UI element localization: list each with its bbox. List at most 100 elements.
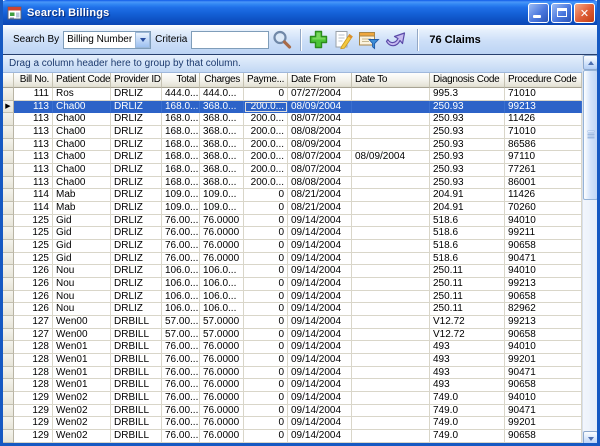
cell[interactable]: DRLIZ [111,240,162,253]
view-claim-button[interactable] [358,28,380,52]
cell[interactable]: 57.00... [162,329,200,342]
table-row[interactable]: 129Wen02DRBILL76.00...76.0000009/14/2004… [3,392,582,405]
table-row[interactable]: 114MabDRLIZ109.0...109.0...008/21/200420… [3,189,582,202]
cell[interactable]: 109.0... [200,189,244,202]
cell[interactable]: 493 [430,367,505,380]
cell[interactable]: Wen01 [53,341,111,354]
cell[interactable]: 128 [14,354,53,367]
minimize-button[interactable] [528,3,549,23]
cell[interactable]: 09/14/2004 [288,367,352,380]
cell[interactable] [352,101,430,114]
cell[interactable]: 113 [14,101,53,114]
close-button[interactable]: ✕ [574,3,595,23]
search-by-dropdown[interactable]: Billing Number [63,31,151,49]
cell[interactable]: 0 [244,253,288,266]
cell[interactable]: 493 [430,354,505,367]
cell[interactable]: DRLIZ [111,278,162,291]
cell[interactable]: 0 [244,88,288,101]
maximize-button[interactable] [551,3,572,23]
row-selector-cell[interactable] [3,329,14,342]
cell[interactable]: 09/14/2004 [288,329,352,342]
cell[interactable]: 99211 [505,227,582,240]
cell[interactable]: 200.0... [244,139,288,152]
cell[interactable]: 76.0000 [200,367,244,380]
cell[interactable]: 76.00... [162,341,200,354]
cell[interactable] [352,227,430,240]
cell[interactable]: 0 [244,202,288,215]
cell[interactable]: 995.3 [430,88,505,101]
table-row[interactable]: 113Cha00DRLIZ168.0...368.0...200.0...08/… [3,126,582,139]
cell[interactable]: 129 [14,392,53,405]
cell[interactable]: 0 [244,316,288,329]
row-selector-cell[interactable] [3,430,14,443]
cell[interactable]: 90471 [505,405,582,418]
cell[interactable]: 250.93 [430,139,505,152]
cell[interactable]: 09/14/2004 [288,430,352,443]
cell[interactable] [352,341,430,354]
title-bar[interactable]: Search Billings ✕ [0,0,600,25]
cell[interactable]: 368.0... [200,139,244,152]
cell[interactable]: 125 [14,215,53,228]
cell[interactable]: 09/14/2004 [288,291,352,304]
add-claim-button[interactable] [308,28,329,52]
row-selector-cell[interactable] [3,113,14,126]
cell[interactable]: 168.0... [162,177,200,190]
cell[interactable]: DRBILL [111,417,162,430]
cell[interactable]: 126 [14,291,53,304]
cell[interactable]: 0 [244,354,288,367]
cell[interactable]: 94010 [505,215,582,228]
cell[interactable]: DRBILL [111,392,162,405]
cell[interactable]: 0 [244,379,288,392]
table-row[interactable]: 126NouDRLIZ106.0...106.0...009/14/200425… [3,291,582,304]
cell[interactable]: 444.0... [162,88,200,101]
row-selector-cell[interactable] [3,379,14,392]
cell[interactable]: 126 [14,265,53,278]
cell[interactable]: 0 [244,341,288,354]
cell[interactable]: 0 [244,367,288,380]
cell[interactable]: 106.0... [162,303,200,316]
table-row[interactable]: 126NouDRLIZ106.0...106.0...009/14/200425… [3,303,582,316]
cell[interactable]: 113 [14,151,53,164]
cell[interactable]: Cha00 [53,164,111,177]
cell[interactable]: DRBILL [111,354,162,367]
cell[interactable]: 113 [14,113,53,126]
cell[interactable]: 204.91 [430,189,505,202]
row-selector-cell[interactable] [3,354,14,367]
table-row[interactable]: 113Cha00DRLIZ168.0...368.0...200.0...08/… [3,164,582,177]
table-row[interactable]: 128Wen01DRBILL76.00...76.0000009/14/2004… [3,354,582,367]
row-selector-cell[interactable] [3,215,14,228]
cell[interactable]: 749.0 [430,392,505,405]
column-header[interactable]: Diagnosis Code [430,73,505,88]
cell[interactable]: Nou [53,278,111,291]
cell[interactable]: 129 [14,430,53,443]
cell[interactable]: 57.0000 [200,329,244,342]
cell[interactable]: 106.0... [200,303,244,316]
cell[interactable]: 77261 [505,164,582,177]
cell[interactable]: Cha00 [53,139,111,152]
cell[interactable]: 168.0... [162,101,200,114]
cell[interactable]: 493 [430,379,505,392]
cell[interactable]: 09/14/2004 [288,354,352,367]
cell[interactable]: 200.0... [244,151,288,164]
cell[interactable]: DRLIZ [111,151,162,164]
cell[interactable]: 106.0... [200,265,244,278]
cell[interactable]: 09/14/2004 [288,379,352,392]
cell[interactable]: 126 [14,278,53,291]
app-icon[interactable] [7,5,23,21]
cell[interactable]: 518.6 [430,253,505,266]
cell[interactable]: 109.0... [162,189,200,202]
scroll-up-button[interactable] [583,55,598,70]
cell[interactable]: 250.11 [430,265,505,278]
table-row[interactable]: 125GidDRLIZ76.00...76.0000009/14/2004518… [3,227,582,240]
cell[interactable]: DRLIZ [111,126,162,139]
row-selector-cell[interactable] [3,417,14,430]
cell[interactable]: 0 [244,227,288,240]
row-selector-cell[interactable] [3,341,14,354]
cell[interactable]: 200.0... [244,113,288,126]
cell[interactable]: 127 [14,316,53,329]
column-header[interactable]: Charges [200,73,244,88]
cell[interactable]: 0 [244,240,288,253]
table-row[interactable]: 129Wen02DRBILL76.00...76.0000009/14/2004… [3,405,582,418]
column-header[interactable]: Procedure Code [505,73,582,88]
row-selector-cell[interactable] [3,240,14,253]
